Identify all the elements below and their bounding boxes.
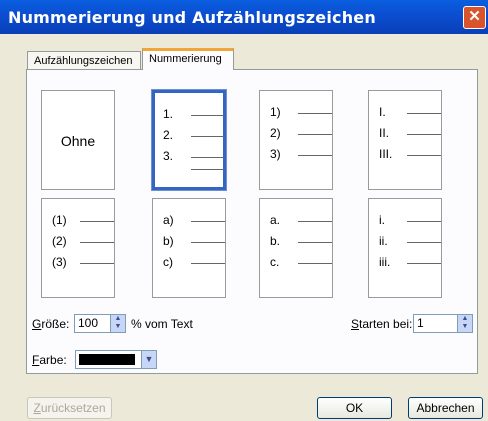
- tab-panel: Ohne 1. 2. 3. 1) 2) 3) I. II. III. (1) (…: [26, 69, 478, 374]
- cancel-button[interactable]: Abbrechen: [408, 397, 483, 419]
- numbering-option-arabic-dot[interactable]: 1. 2. 3.: [151, 89, 227, 191]
- tab-nummerierung[interactable]: Nummerierung: [142, 48, 234, 70]
- color-label: Farbe:: [32, 353, 67, 367]
- numbering-option-alpha-dot[interactable]: a. b. c.: [259, 198, 333, 298]
- tab-aufzaehlungszeichen[interactable]: Aufzählungszeichen: [27, 51, 141, 69]
- numbering-option-roman-lower[interactable]: i. ii. iii.: [368, 198, 442, 298]
- none-label: Ohne: [60, 133, 96, 149]
- size-input[interactable]: 100 ▲ ▼: [74, 314, 126, 333]
- color-picker[interactable]: ▼: [75, 350, 157, 369]
- start-spinner-icon[interactable]: ▲ ▼: [457, 315, 472, 332]
- chevron-down-icon[interactable]: ▼: [141, 351, 156, 368]
- size-unit: % vom Text: [131, 317, 193, 331]
- dialog-body: Aufzählungszeichen Nummerierung Ohne 1. …: [0, 34, 488, 421]
- close-button[interactable]: ✕: [463, 6, 486, 29]
- start-input[interactable]: 1 ▲ ▼: [413, 314, 473, 333]
- reset-button[interactable]: Zurücksetzen: [27, 397, 112, 419]
- numbering-option-alpha-paren[interactable]: a) b) c): [152, 198, 226, 298]
- numbering-option-arabic-paren[interactable]: 1) 2) 3): [259, 90, 333, 190]
- numbering-option-roman-upper[interactable]: I. II. III.: [368, 90, 442, 190]
- numbering-option-none[interactable]: Ohne: [41, 90, 115, 190]
- title-bar: Nummerierung und Aufzählungszeichen ✕: [0, 0, 488, 34]
- size-label: Größe:: [32, 317, 70, 331]
- size-spinner-icon[interactable]: ▲ ▼: [110, 315, 125, 332]
- start-label: Starten bei:: [351, 317, 413, 331]
- window-title: Nummerierung und Aufzählungszeichen: [8, 8, 376, 27]
- close-icon: ✕: [468, 8, 481, 25]
- color-swatch: [79, 354, 135, 365]
- ok-button[interactable]: OK: [317, 397, 392, 419]
- numbering-option-arabic-parens[interactable]: (1) (2) (3): [41, 198, 115, 298]
